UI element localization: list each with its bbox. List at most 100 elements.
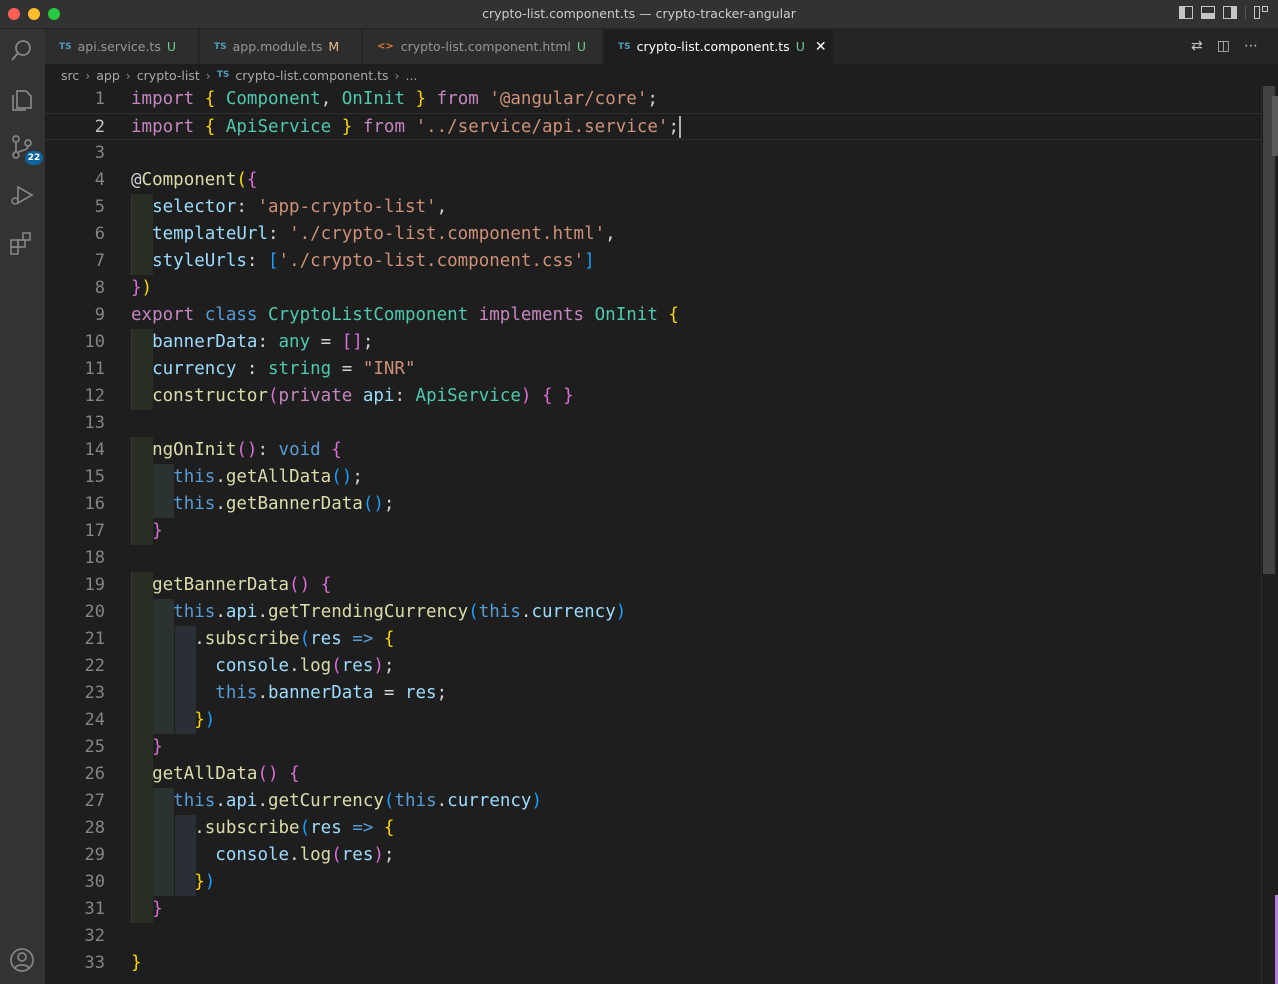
- code-line[interactable]: 25 }: [45, 734, 1261, 761]
- code-text: currency : string = "INR": [152, 359, 416, 379]
- code-line[interactable]: 29 console.log(res);: [45, 842, 1261, 869]
- typescript-file-icon: TS: [214, 41, 227, 52]
- code-text: }): [194, 710, 216, 730]
- code-line[interactable]: 2 import { ApiService } from '../service/…: [45, 113, 1261, 140]
- code-text: bannerData: any = [];: [152, 332, 374, 352]
- split-editor-icon[interactable]: ◫: [1217, 38, 1230, 54]
- code-line[interactable]: 3: [45, 140, 1261, 167]
- typescript-file-icon: TS: [618, 41, 631, 52]
- explorer-icon[interactable]: [8, 85, 36, 113]
- code-line[interactable]: 6 templateUrl: './crypto-list.component.…: [45, 221, 1261, 248]
- toggle-secondary-sidebar-icon[interactable]: [1223, 6, 1237, 19]
- code-line[interactable]: 12 constructor(private api: ApiService) …: [45, 383, 1261, 410]
- code-line[interactable]: 11 currency : string = "INR": [45, 356, 1261, 383]
- code-line[interactable]: 15 this.getAllData();: [45, 464, 1261, 491]
- compare-changes-icon[interactable]: ⇄: [1191, 38, 1203, 54]
- code-line[interactable]: 33}: [45, 950, 1261, 977]
- line-number: 22: [84, 656, 105, 676]
- code-line[interactable]: 24 }): [45, 707, 1261, 734]
- line-number: 1: [94, 89, 105, 109]
- code-text: }: [131, 953, 142, 973]
- tab-status: U: [166, 39, 176, 54]
- code-line[interactable]: 31 }: [45, 896, 1261, 923]
- code-text: }: [152, 737, 163, 757]
- code-line[interactable]: 14 ngOnInit(): void {: [45, 437, 1261, 464]
- tab-status: U: [795, 39, 805, 54]
- source-control-icon[interactable]: 22: [8, 133, 43, 165]
- line-number: 33: [84, 953, 105, 973]
- code-line[interactable]: 9 export class CryptoListComponent implem…: [45, 302, 1261, 329]
- line-number: 7: [94, 251, 105, 271]
- more-actions-icon[interactable]: ⋯: [1244, 38, 1258, 54]
- line-number: 32: [84, 926, 105, 946]
- search-icon[interactable]: [8, 37, 36, 65]
- tab-crypto-list-ts[interactable]: TS crypto-list.component.ts U ✕: [604, 29, 834, 64]
- code-line[interactable]: 26 getAllData() {: [45, 761, 1261, 788]
- code-line[interactable]: 30 }): [45, 869, 1261, 896]
- code-line[interactable]: 28 .subscribe(res => {: [45, 815, 1261, 842]
- code-text: styleUrls: ['./crypto-list.component.css…: [152, 251, 595, 271]
- code-line[interactable]: 23 this.bannerData = res;: [45, 680, 1261, 707]
- breadcrumb-item-src[interactable]: src: [61, 68, 79, 83]
- chevron-right-icon: ›: [394, 67, 400, 83]
- code-line[interactable]: 27 this.api.getCurrency(this.currency): [45, 788, 1261, 815]
- code-text: selector: 'app-crypto-list',: [152, 197, 448, 217]
- accounts-icon[interactable]: [8, 946, 36, 974]
- code-text: this.getBannerData();: [173, 494, 395, 514]
- code-line[interactable]: 32: [45, 923, 1261, 950]
- code-line[interactable]: 7 styleUrls: ['./crypto-list.component.c…: [45, 248, 1261, 275]
- code-line[interactable]: 5 selector: 'app-crypto-list',: [45, 194, 1261, 221]
- code-line[interactable]: 10 bannerData: any = [];: [45, 329, 1261, 356]
- line-number: 10: [84, 332, 105, 352]
- code-editor[interactable]: 1 import { Component, OnInit } from '@ang…: [45, 86, 1261, 984]
- breadcrumb: src › app › crypto-list › TS crypto-list…: [45, 64, 1278, 86]
- code-line[interactable]: 19 getBannerData() {: [45, 572, 1261, 599]
- close-icon[interactable]: ✕: [815, 39, 827, 55]
- scrollbar-cursor-marker: [1272, 96, 1278, 156]
- line-number: 25: [84, 737, 105, 757]
- scm-badge: 22: [25, 151, 43, 165]
- code-line[interactable]: 22 console.log(res);: [45, 653, 1261, 680]
- extensions-icon[interactable]: [8, 229, 36, 257]
- code-text: getAllData() {: [152, 764, 300, 784]
- breadcrumb-item-file[interactable]: crypto-list.component.ts: [235, 68, 388, 83]
- code-line[interactable]: 17 }: [45, 518, 1261, 545]
- line-number: 13: [84, 413, 105, 433]
- code-text: }: [152, 521, 163, 541]
- chevron-right-icon: ›: [85, 67, 91, 83]
- code-line[interactable]: 18: [45, 545, 1261, 572]
- code-text: .subscribe(res => {: [131, 818, 395, 838]
- code-line[interactable]: 8}): [45, 275, 1261, 302]
- line-number: 31: [84, 899, 105, 919]
- line-number: 9: [94, 305, 105, 325]
- toggle-primary-sidebar-icon[interactable]: [1179, 6, 1193, 19]
- breadcrumb-item-symbol[interactable]: ...: [405, 68, 417, 83]
- tab-crypto-list-html[interactable]: <> crypto-list.component.html U: [363, 29, 603, 64]
- tab-label: app.module.ts: [232, 39, 323, 54]
- line-number: 2: [94, 117, 105, 137]
- vertical-scrollbar-thumb[interactable]: [1263, 86, 1275, 574]
- line-number: 8: [94, 278, 105, 298]
- line-number: 18: [84, 548, 105, 568]
- customize-layout-icon[interactable]: [1254, 6, 1268, 19]
- code-text: this.api.getCurrency(this.currency): [173, 791, 543, 811]
- tab-label: api.service.ts: [77, 39, 161, 54]
- code-text: constructor(private api: ApiService) { }: [152, 386, 574, 406]
- line-number: 5: [94, 197, 105, 217]
- code-text: this.api.getTrendingCurrency(this.curren…: [173, 602, 627, 622]
- code-line[interactable]: 4 @Component({: [45, 167, 1261, 194]
- code-line[interactable]: 13: [45, 410, 1261, 437]
- code-line[interactable]: 16 this.getBannerData();: [45, 491, 1261, 518]
- breadcrumb-item-crypto-list[interactable]: crypto-list: [137, 68, 200, 83]
- editor-tab-bar: TS api.service.ts U TS app.module.ts M <…: [45, 29, 1278, 64]
- code-line[interactable]: 1 import { Component, OnInit } from '@ang…: [45, 86, 1261, 113]
- line-number: 21: [84, 629, 105, 649]
- tab-app-module[interactable]: TS app.module.ts M: [200, 29, 362, 64]
- code-line[interactable]: 21 .subscribe(res => {: [45, 626, 1261, 653]
- tab-label: crypto-list.component.ts: [636, 39, 790, 54]
- tab-api-service[interactable]: TS api.service.ts U: [45, 29, 199, 64]
- code-line[interactable]: 20 this.api.getTrendingCurrency(this.cur…: [45, 599, 1261, 626]
- run-debug-icon[interactable]: [8, 181, 36, 209]
- toggle-panel-icon[interactable]: [1201, 6, 1215, 19]
- breadcrumb-item-app[interactable]: app: [96, 68, 120, 83]
